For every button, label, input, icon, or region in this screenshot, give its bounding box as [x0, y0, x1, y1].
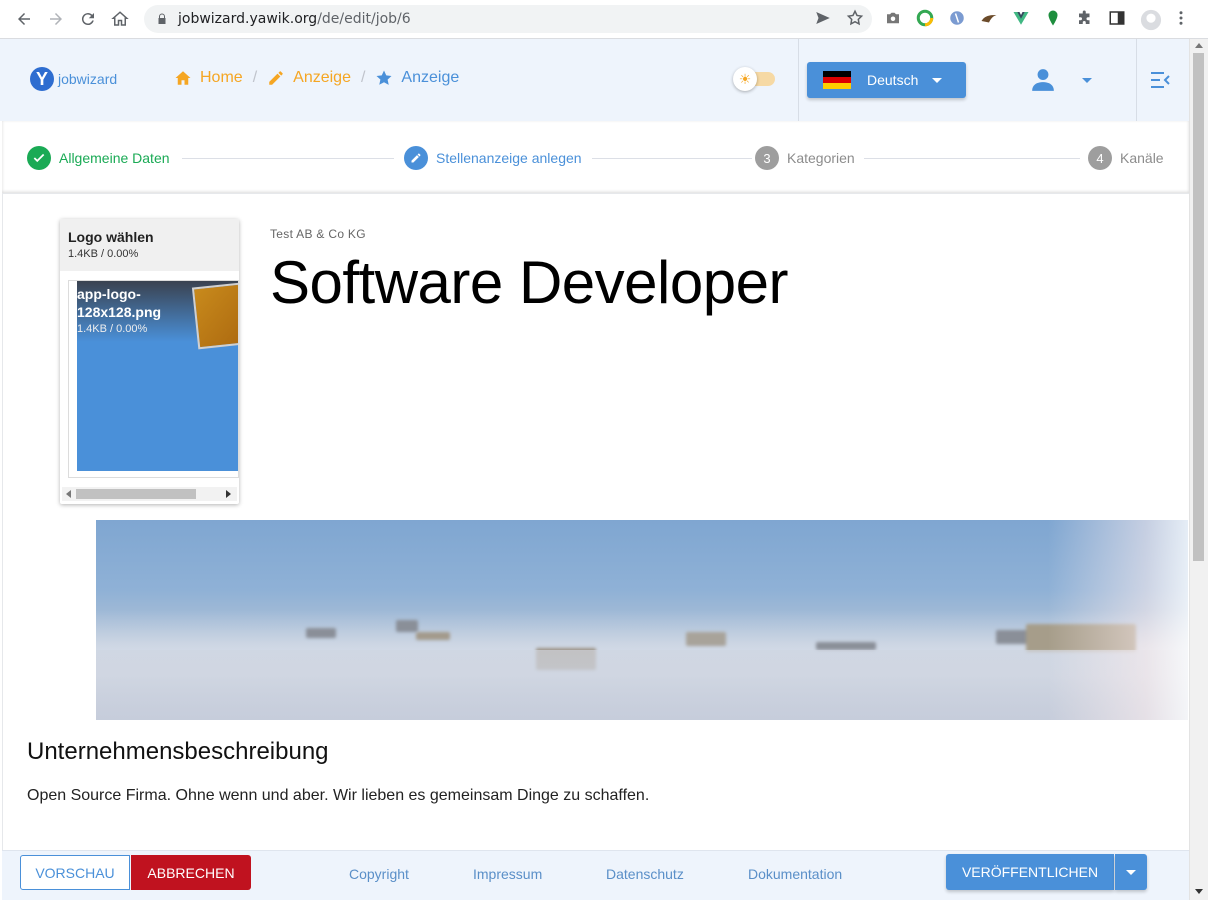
breadcrumb-anzeige-label: Anzeige	[293, 69, 351, 86]
home-icon	[175, 71, 191, 85]
german-flag-icon	[823, 71, 851, 89]
browser-toolbar: jobwizard.yawik.org/de/edit/job/6	[0, 0, 1208, 39]
sun-icon: ☀	[733, 67, 757, 91]
breadcrumb-anzeige-current[interactable]: Anzeige	[375, 69, 459, 87]
home-icon[interactable]	[104, 3, 136, 35]
chevron-down-icon	[1082, 77, 1092, 83]
company-description-heading: Unternehmensbeschreibung	[27, 738, 329, 765]
step-stellenanzeige[interactable]: Stellenanzeige anlegen	[404, 146, 582, 170]
pencil-icon	[404, 146, 428, 170]
menu-collapse-icon	[1151, 72, 1170, 88]
theme-toggle[interactable]: ☀	[733, 67, 775, 91]
side-panel-icon[interactable]	[1108, 9, 1126, 27]
step-kanaele[interactable]: 4 Kanäle	[1088, 146, 1164, 170]
step-number: 3	[755, 146, 779, 170]
header-divider	[1136, 39, 1137, 121]
step-label: Stellenanzeige anlegen	[436, 150, 582, 166]
breadcrumb-home-label: Home	[200, 69, 243, 86]
footer-link-copyright[interactable]: Copyright	[349, 866, 409, 882]
vue-devtools-icon[interactable]	[1012, 9, 1030, 27]
map-pin-icon[interactable]	[1044, 9, 1062, 27]
camera-icon[interactable]	[884, 9, 902, 27]
step-label: Allgemeine Daten	[59, 150, 170, 166]
logo-thumbnail	[191, 282, 238, 350]
step-label: Kategorien	[787, 150, 855, 166]
scroll-up-icon[interactable]	[1195, 43, 1203, 48]
check-icon	[27, 146, 51, 170]
step-allgemeine-daten[interactable]: Allgemeine Daten	[27, 146, 170, 170]
pencil-icon	[269, 71, 283, 85]
publish-button[interactable]: VERÖFFENTLICHEN	[946, 854, 1114, 890]
file-name: app-logo-128x128.png	[77, 286, 162, 320]
brand-name: jobwizard	[58, 71, 118, 87]
send-icon[interactable]	[814, 9, 832, 27]
user-icon	[1032, 69, 1054, 91]
step-kategorien[interactable]: 3 Kategorien	[755, 146, 855, 170]
scrollbar-thumb[interactable]	[76, 489, 196, 499]
company-description-text[interactable]: Open Source Firma. Ohne wenn und aber. W…	[27, 787, 649, 805]
extensions-bar	[884, 9, 1190, 31]
yawik-logo-icon: Y	[30, 67, 54, 91]
step-connector	[182, 158, 394, 159]
language-label: Deutsch	[867, 72, 919, 88]
footer-link-datenschutz[interactable]: Datenschutz	[606, 866, 684, 882]
breadcrumb-separator: /	[252, 69, 258, 86]
star-icon	[376, 70, 392, 85]
logo-upload-widget[interactable]: Logo wählen 1.4KB / 0.00% app-logo-128x1…	[60, 219, 239, 504]
header-divider	[798, 39, 799, 121]
back-icon[interactable]	[8, 3, 40, 35]
uploaded-file-card[interactable]: app-logo-128x128.png 1.4KB / 0.00%	[68, 280, 239, 478]
step-label: Kanäle	[1120, 150, 1164, 166]
logo-upload-size: 1.4KB / 0.00%	[68, 248, 139, 260]
bookmark-star-icon[interactable]	[846, 9, 864, 27]
sidebar-toggle-button[interactable]	[1150, 71, 1170, 94]
horizontal-scrollbar[interactable]	[62, 487, 237, 501]
job-title[interactable]: Software Developer	[270, 248, 788, 317]
profile-avatar-icon[interactable]	[1140, 9, 1162, 31]
chevron-down-icon	[1126, 869, 1136, 875]
breadcrumb: Home / Anzeige / Anzeige	[174, 69, 459, 87]
address-bar[interactable]: jobwizard.yawik.org/de/edit/job/6	[144, 5, 872, 33]
publish-options-button[interactable]	[1115, 854, 1147, 890]
language-select-button[interactable]: Deutsch	[807, 62, 966, 98]
scroll-right-icon[interactable]	[226, 490, 231, 498]
company-name[interactable]: Test AB & Co KG	[270, 227, 366, 241]
app-header: Y jobwizard Home / Anzeige / Anzeige ☀ D…	[0, 39, 1189, 121]
cancel-button[interactable]: ABBRECHEN	[131, 855, 251, 890]
step-connector	[864, 158, 1080, 159]
breadcrumb-separator: /	[360, 69, 366, 86]
page-scrollbar[interactable]	[1189, 39, 1208, 900]
brand-link[interactable]: Y jobwizard	[30, 67, 117, 91]
extension-blue-icon[interactable]	[948, 9, 966, 27]
lock-icon	[158, 13, 166, 24]
extension-circle-icon[interactable]	[916, 9, 934, 27]
forward-icon[interactable]	[40, 3, 72, 35]
preview-button[interactable]: VORSCHAU	[20, 855, 130, 890]
breadcrumb-home[interactable]: Home	[174, 69, 243, 87]
reload-icon[interactable]	[72, 3, 104, 35]
scrollbar-thumb[interactable]	[1193, 53, 1204, 561]
footer-link-impressum[interactable]: Impressum	[473, 866, 542, 882]
browser-menu-icon[interactable]	[1172, 9, 1190, 27]
scroll-down-icon[interactable]	[1195, 889, 1203, 894]
chevron-down-icon	[932, 77, 943, 83]
breadcrumb-anzeige-edit[interactable]: Anzeige	[267, 69, 351, 87]
footer-link-dokumentation[interactable]: Dokumentation	[748, 866, 842, 882]
breadcrumb-current-label: Anzeige	[401, 69, 460, 86]
step-number: 4	[1088, 146, 1112, 170]
scroll-left-icon[interactable]	[66, 490, 71, 498]
file-size: 1.4KB / 0.00%	[77, 323, 148, 335]
step-connector	[592, 158, 752, 159]
logo-upload-title[interactable]: Logo wählen	[68, 229, 231, 245]
header-image[interactable]	[96, 520, 1188, 720]
wizard-stepper: Allgemeine Daten Stellenanzeige anlegen …	[2, 121, 1189, 194]
extension-bird-icon[interactable]	[980, 9, 998, 27]
user-menu[interactable]	[1030, 67, 1092, 93]
puzzle-extensions-icon[interactable]	[1076, 9, 1094, 27]
url-text: jobwizard.yawik.org/de/edit/job/6	[178, 11, 411, 27]
